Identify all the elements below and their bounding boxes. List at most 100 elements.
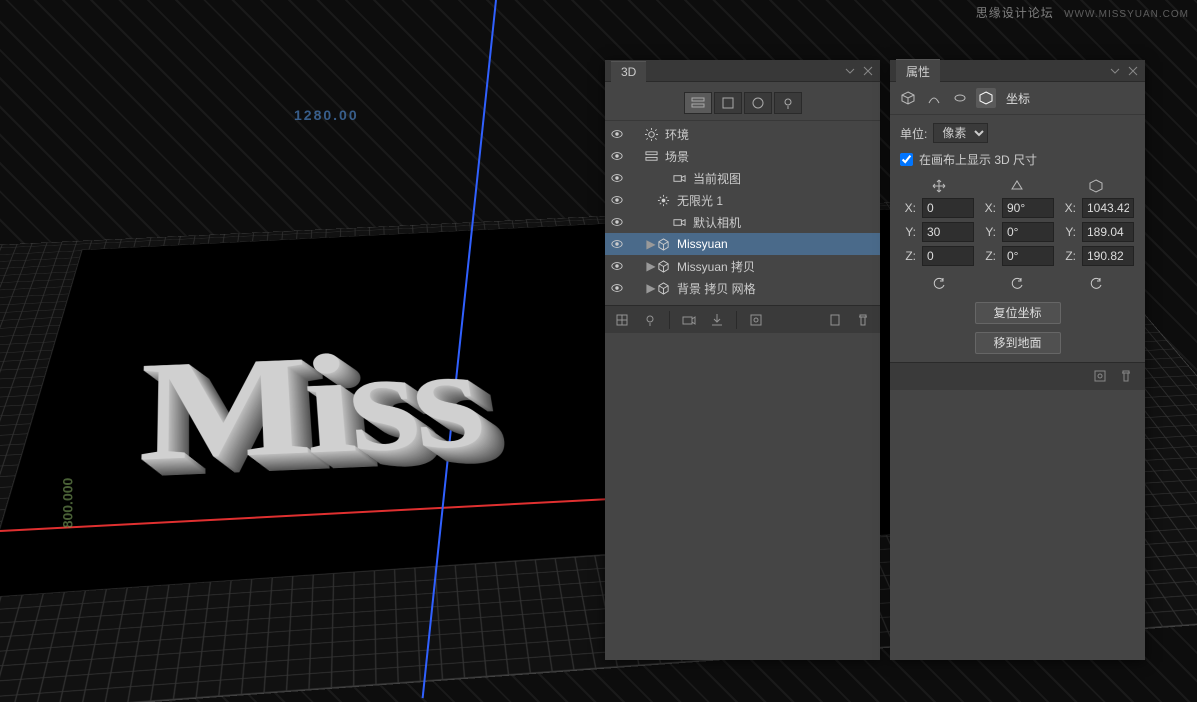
visibility-eye-icon[interactable] bbox=[609, 172, 625, 184]
collapse-icon[interactable] bbox=[1109, 65, 1121, 77]
visibility-eye-icon[interactable] bbox=[609, 282, 625, 294]
unit-label: 单位: bbox=[900, 125, 927, 142]
filter-light-icon[interactable] bbox=[774, 92, 802, 114]
expand-arrow-icon[interactable]: ▶ bbox=[629, 259, 651, 273]
tab-deform-icon[interactable] bbox=[924, 88, 944, 108]
tree-row-6[interactable]: ▶ Missyuan 拷贝 bbox=[605, 255, 880, 277]
tree-row-5[interactable]: ▶Missyuan bbox=[605, 233, 880, 255]
axis-x-label: 1280.00 bbox=[294, 107, 359, 123]
show3d-row: 在画布上显示 3D 尺寸 bbox=[900, 151, 1135, 168]
footer-new-icon[interactable] bbox=[826, 311, 844, 329]
panel-3d-title: 3D bbox=[611, 61, 646, 82]
watermark-sub: WWW.MISSYUAN.COM bbox=[1064, 9, 1189, 20]
watermark-main: 思缘设计论坛 bbox=[976, 6, 1054, 20]
visibility-eye-icon[interactable] bbox=[609, 150, 625, 162]
tree-row-label: 环境 bbox=[663, 126, 876, 143]
footer-camera-icon[interactable] bbox=[680, 311, 698, 329]
tab-cap-icon[interactable] bbox=[950, 88, 970, 108]
tab-coords-label: 坐标 bbox=[1006, 90, 1030, 107]
panel-properties-title: 属性 bbox=[896, 59, 940, 83]
text3d-object[interactable]: Miss bbox=[137, 319, 488, 496]
scale-z-input[interactable] bbox=[1082, 246, 1134, 266]
reset-row bbox=[900, 274, 1135, 294]
visibility-eye-icon[interactable] bbox=[609, 238, 625, 250]
panel-3d-footer bbox=[605, 305, 880, 333]
filter-mesh-icon[interactable] bbox=[714, 92, 742, 114]
reset-rot-icon[interactable] bbox=[1005, 274, 1029, 294]
footer-render-icon[interactable] bbox=[747, 311, 765, 329]
visibility-eye-icon[interactable] bbox=[609, 128, 625, 140]
properties-tabs: 坐标 bbox=[890, 82, 1145, 115]
scale-x-label: X: bbox=[1060, 201, 1076, 215]
rot-x-input[interactable] bbox=[1002, 198, 1054, 218]
environment-icon bbox=[643, 128, 659, 141]
tree-row-7[interactable]: ▶背景 拷贝 网格 bbox=[605, 277, 880, 299]
filter-scene-icon[interactable] bbox=[684, 92, 712, 114]
tree-row-label: 场景 bbox=[663, 148, 876, 165]
panel-properties-footer bbox=[890, 362, 1145, 390]
reset-coords-button[interactable]: 复位坐标 bbox=[975, 302, 1061, 324]
footer-ground-icon[interactable] bbox=[708, 311, 726, 329]
tree-row-3[interactable]: 无限光 1 bbox=[605, 189, 880, 211]
scene-icon bbox=[643, 150, 659, 163]
scale-y-input[interactable] bbox=[1082, 222, 1134, 242]
light-icon bbox=[655, 194, 671, 207]
camera-icon bbox=[671, 216, 687, 229]
collapse-icon[interactable] bbox=[844, 65, 856, 77]
show3d-checkbox[interactable] bbox=[900, 153, 913, 166]
panel-properties-titlebar[interactable]: 属性 bbox=[890, 60, 1145, 82]
footer-mesh-icon[interactable] bbox=[613, 311, 631, 329]
rot-y-input[interactable] bbox=[1002, 222, 1054, 242]
scale-z-label: Z: bbox=[1060, 249, 1076, 263]
tree-row-1[interactable]: 场景 bbox=[605, 145, 880, 167]
expand-arrow-icon[interactable]: ▶ bbox=[629, 237, 651, 251]
expand-arrow-icon[interactable]: ▶ bbox=[629, 281, 651, 295]
filter-row bbox=[605, 86, 880, 121]
reset-pos-icon[interactable] bbox=[927, 274, 951, 294]
coord-grid: X: X: X: Y: Y: Y: Z: Z: Z: bbox=[900, 198, 1135, 266]
show3d-label: 在画布上显示 3D 尺寸 bbox=[919, 151, 1037, 168]
reset-scale-icon[interactable] bbox=[1084, 274, 1108, 294]
panel-3d-titlebar[interactable]: 3D bbox=[605, 60, 880, 82]
tab-coords-icon[interactable] bbox=[976, 88, 996, 108]
tree-row-label: Missyuan 拷贝 bbox=[675, 258, 876, 275]
scene-tree: 环境场景当前视图无限光 1默认相机▶Missyuan▶Missyuan 拷贝▶背… bbox=[605, 121, 880, 301]
panel-3d: 3D 环境场景当前视图无限光 1默认相机▶Missyuan▶Missyuan 拷… bbox=[605, 60, 880, 660]
move-to-ground-button[interactable]: 移到地面 bbox=[975, 332, 1061, 354]
pos-x-input[interactable] bbox=[922, 198, 974, 218]
tree-row-4[interactable]: 默认相机 bbox=[605, 211, 880, 233]
axis-y-label: 800.000 bbox=[59, 478, 75, 529]
rotate-icon bbox=[1007, 178, 1027, 194]
filter-material-icon[interactable] bbox=[744, 92, 772, 114]
coord-header-icons bbox=[900, 178, 1135, 194]
visibility-eye-icon[interactable] bbox=[609, 260, 625, 272]
pos-y-label: Y: bbox=[900, 225, 916, 239]
rot-z-input[interactable] bbox=[1002, 246, 1054, 266]
rot-z-label: Z: bbox=[980, 249, 996, 263]
pos-z-label: Z: bbox=[900, 249, 916, 263]
footer-light-icon[interactable] bbox=[641, 311, 659, 329]
visibility-eye-icon[interactable] bbox=[609, 194, 625, 206]
pos-x-label: X: bbox=[900, 201, 916, 215]
mesh-icon bbox=[655, 260, 671, 273]
close-icon[interactable] bbox=[1127, 65, 1139, 77]
unit-row: 单位: 像素 bbox=[900, 123, 1135, 143]
tree-row-0[interactable]: 环境 bbox=[605, 123, 880, 145]
tree-row-2[interactable]: 当前视图 bbox=[605, 167, 880, 189]
camera-icon bbox=[671, 172, 687, 185]
footer-trash-icon[interactable] bbox=[1119, 369, 1135, 385]
tab-mesh-icon[interactable] bbox=[898, 88, 918, 108]
pos-y-input[interactable] bbox=[922, 222, 974, 242]
visibility-eye-icon[interactable] bbox=[609, 216, 625, 228]
rot-y-label: Y: bbox=[980, 225, 996, 239]
footer-render-icon[interactable] bbox=[1093, 369, 1109, 385]
tree-row-label: 默认相机 bbox=[691, 214, 876, 231]
scale-icon bbox=[1086, 178, 1106, 194]
footer-trash-icon[interactable] bbox=[854, 311, 872, 329]
close-icon[interactable] bbox=[862, 65, 874, 77]
scale-x-input[interactable] bbox=[1082, 198, 1134, 218]
watermark: 思缘设计论坛 WWW.MISSYUAN.COM bbox=[976, 4, 1189, 21]
unit-select[interactable]: 像素 bbox=[933, 123, 988, 143]
pos-z-input[interactable] bbox=[922, 246, 974, 266]
move-icon bbox=[929, 178, 949, 194]
